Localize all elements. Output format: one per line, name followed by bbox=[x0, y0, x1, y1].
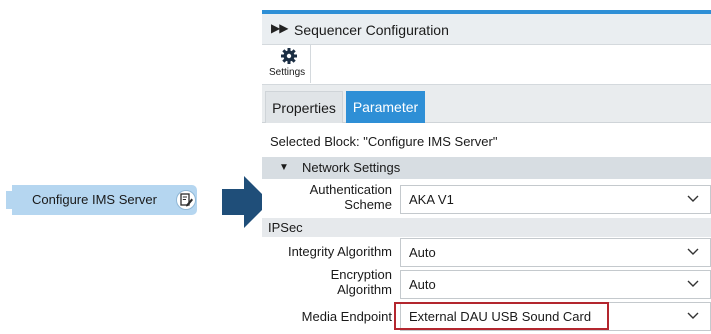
encryption-algorithm-select[interactable]: Auto bbox=[400, 270, 711, 299]
encryption-algorithm-label-line1: Encryption bbox=[330, 267, 392, 282]
tab-bar: Properties Parameter bbox=[262, 85, 711, 123]
panel-title: Sequencer Configuration bbox=[294, 22, 449, 38]
ipsec-section-header: IPSec bbox=[262, 218, 711, 237]
authentication-scheme-select[interactable]: AKA V1 bbox=[400, 185, 711, 214]
chevron-down-icon bbox=[687, 195, 699, 202]
chevron-down-icon bbox=[687, 312, 699, 319]
tab-properties[interactable]: Properties bbox=[265, 91, 343, 123]
edit-icon[interactable] bbox=[176, 190, 196, 210]
authentication-scheme-label: Authentication Scheme bbox=[270, 182, 392, 212]
encryption-algorithm-value: Auto bbox=[409, 277, 436, 292]
authentication-scheme-label-line2: Scheme bbox=[344, 197, 392, 212]
integrity-algorithm-label: Integrity Algorithm bbox=[287, 244, 392, 259]
gear-icon bbox=[281, 48, 297, 64]
collapse-panel-icon[interactable]: ▶▶ bbox=[271, 21, 288, 35]
settings-button[interactable]: Settings bbox=[265, 45, 311, 83]
block-notch-top bbox=[6, 184, 12, 191]
block-label: Configure IMS Server bbox=[32, 192, 157, 207]
tab-parameter[interactable]: Parameter bbox=[346, 91, 425, 123]
sequencer-configuration-panel: ▶▶ Sequencer Configuration Settings Prop… bbox=[262, 10, 711, 334]
panel-toolbar: Settings bbox=[262, 45, 711, 85]
media-endpoint-highlight bbox=[394, 302, 609, 330]
network-settings-header[interactable]: ▼ Network Settings bbox=[262, 157, 711, 179]
integrity-algorithm-select[interactable]: Auto bbox=[400, 238, 711, 267]
authentication-scheme-label-line1: Authentication bbox=[309, 182, 392, 197]
block-notch-bottom bbox=[6, 209, 12, 216]
integrity-algorithm-value: Auto bbox=[409, 245, 436, 260]
ipsec-title: IPSec bbox=[268, 220, 303, 235]
selected-block-text: Selected Block: "Configure IMS Server" bbox=[270, 134, 498, 149]
configure-ims-server-block[interactable]: Configure IMS Server bbox=[6, 184, 197, 216]
chevron-down-icon bbox=[687, 280, 699, 287]
media-endpoint-label: Media Endpoint bbox=[301, 309, 392, 324]
chevron-down-icon bbox=[687, 248, 699, 255]
settings-label: Settings bbox=[269, 67, 306, 78]
network-settings-title: Network Settings bbox=[302, 160, 401, 175]
authentication-scheme-value: AKA V1 bbox=[409, 192, 454, 207]
panel-title-bar: ▶▶ Sequencer Configuration bbox=[262, 14, 711, 45]
collapse-triangle-icon: ▼ bbox=[279, 162, 289, 173]
encryption-algorithm-label-line2: Algorithm bbox=[337, 282, 392, 297]
encryption-algorithm-label: Encryption Algorithm bbox=[270, 267, 392, 297]
